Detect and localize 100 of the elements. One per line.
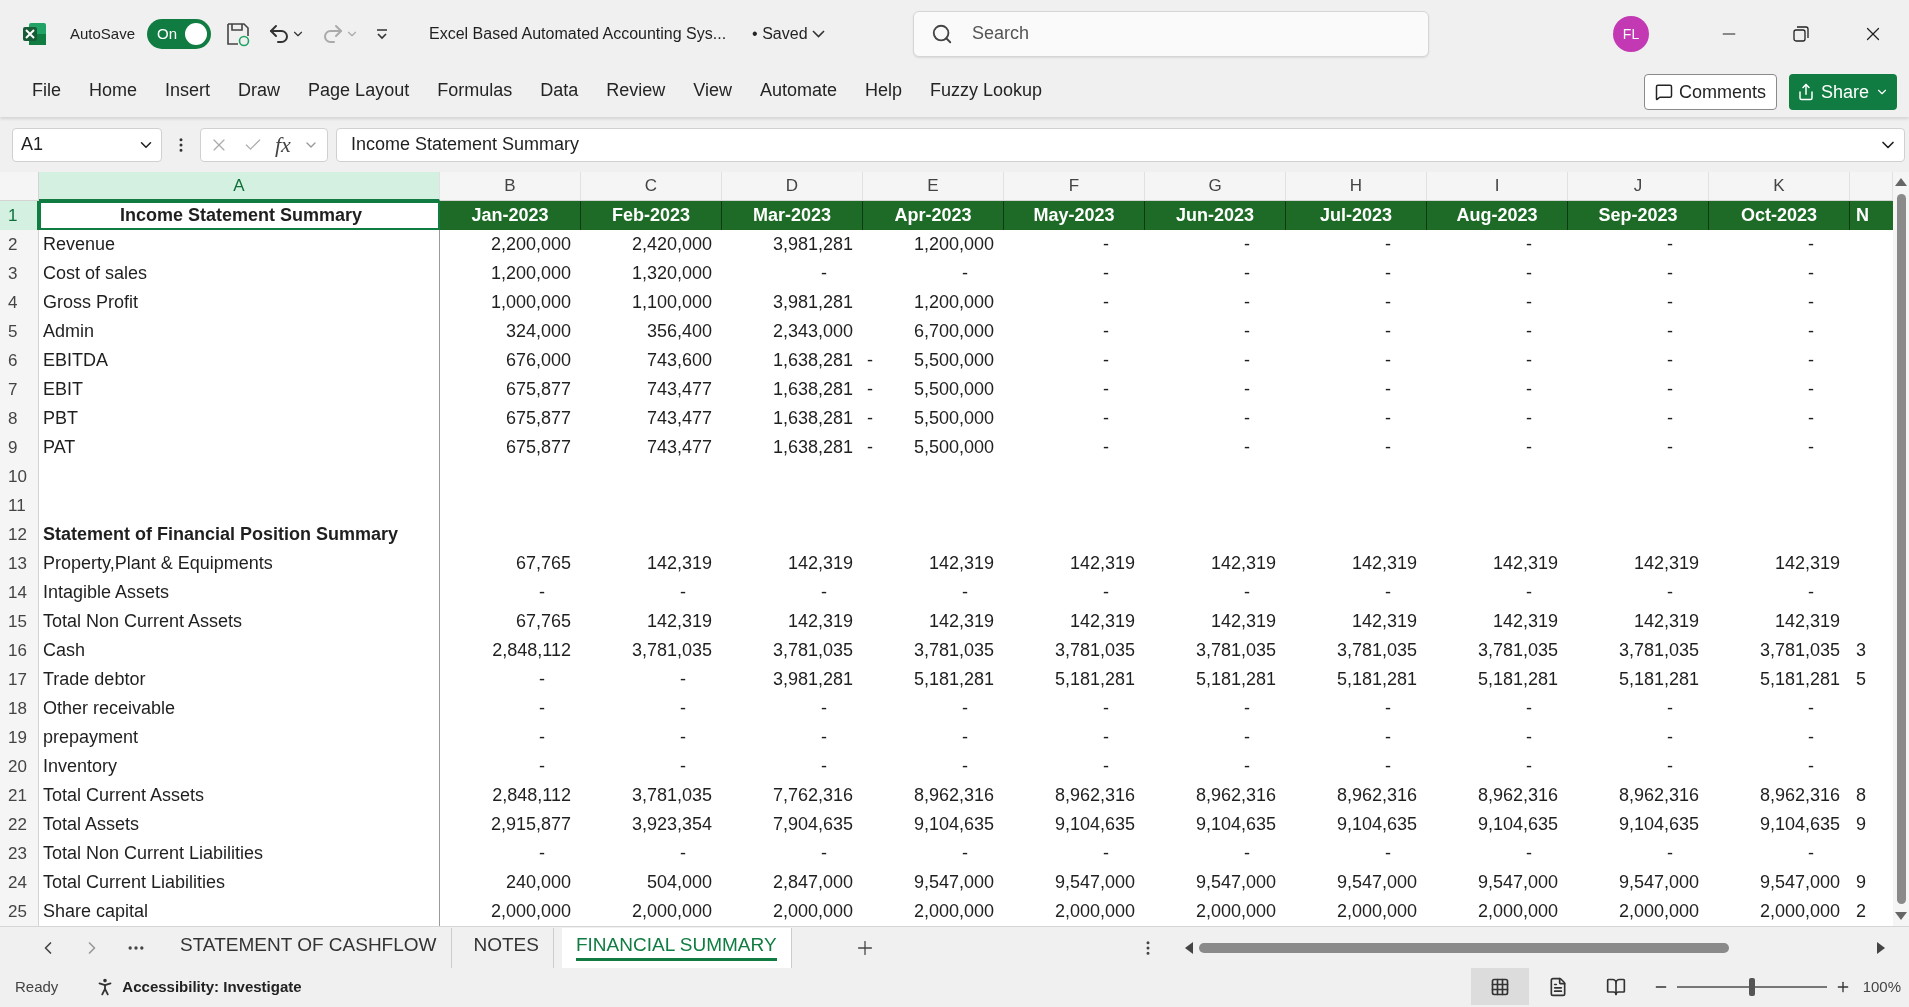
table-cell-text: 8,962,316 <box>1617 784 1700 807</box>
month-header: Apr-2023 <box>863 201 1004 230</box>
ribbon-tab[interactable]: Fuzzy Lookup <box>916 72 1057 112</box>
column-header[interactable]: H <box>1286 172 1427 201</box>
column-header[interactable]: I <box>1427 172 1568 201</box>
row-header[interactable]: 1 <box>0 201 39 230</box>
column-header[interactable]: A <box>39 172 440 201</box>
vertical-scrollbar[interactable] <box>1893 172 1909 926</box>
normal-view-icon[interactable] <box>1470 968 1529 1005</box>
row-header[interactable]: 18 <box>0 694 39 723</box>
table-cell-text: 142,319 <box>1773 610 1841 633</box>
ribbon-tab[interactable]: Automate <box>745 72 851 112</box>
ribbon-tab[interactable]: Data <box>526 72 593 112</box>
column-header[interactable]: E <box>863 172 1004 201</box>
accessibility-status[interactable]: Accessibility: Investigate <box>122 978 302 995</box>
ribbon-tab[interactable]: File <box>18 72 75 112</box>
table-cell-text: 6,700,000 <box>912 320 995 343</box>
table-cell-text: 1,200,000 <box>489 262 572 285</box>
row-header[interactable]: 8 <box>0 404 39 433</box>
column-header[interactable]: J <box>1568 172 1709 201</box>
search-field[interactable]: Search <box>913 10 1429 57</box>
table-cell-text: 2 <box>1855 900 1867 923</box>
table-cell-text: 142,319 <box>1068 610 1136 633</box>
table-cell: 5,500,000 <box>913 379 994 400</box>
ribbon-tab[interactable]: Page Layout <box>294 72 424 112</box>
row-header[interactable]: 19 <box>0 723 39 752</box>
row-label: Gross Profit <box>39 288 440 317</box>
column-header[interactable]: C <box>581 172 722 201</box>
insert-function-button[interactable]: fx <box>275 131 291 158</box>
row-header[interactable]: 20 <box>0 752 39 781</box>
ribbon-tab[interactable]: Draw <box>224 72 295 112</box>
row-label: Other receivable <box>39 694 440 723</box>
row-header[interactable]: 17 <box>0 665 39 694</box>
ribbon-tab[interactable]: Home <box>75 72 152 112</box>
ribbon-tab[interactable]: Review <box>592 72 680 112</box>
table-cell-text: - <box>679 842 687 865</box>
zoom-level[interactable]: 100% <box>1862 978 1901 995</box>
row-header[interactable]: 3 <box>0 259 39 288</box>
row-header[interactable]: 23 <box>0 839 39 868</box>
row-header[interactable]: 25 <box>0 897 39 926</box>
table-cell-text: - <box>1384 697 1392 720</box>
saved-status[interactable]: • Saved <box>746 23 831 44</box>
row-header[interactable]: 22 <box>0 810 39 839</box>
column-header[interactable]: D <box>722 172 863 201</box>
autosave-toggle[interactable]: On <box>147 18 212 49</box>
table-cell-text: 743,477 <box>645 407 713 430</box>
table-cell-text: 3,981,281 <box>771 233 854 256</box>
row-header[interactable]: 12 <box>0 520 39 549</box>
user-avatar[interactable]: FL <box>1613 15 1649 52</box>
table-cell-text: 2,343,000 <box>771 320 854 343</box>
name-box[interactable]: A1 <box>12 127 162 162</box>
table-cell-text: 1,638,281 <box>771 436 854 459</box>
sheet-tab[interactable]: STATEMENT OF CASHFLOW <box>166 927 452 968</box>
row-label: Trade debtor <box>39 665 440 694</box>
table-cell-text: 3,781,035 <box>630 639 713 662</box>
row-header[interactable]: 10 <box>0 462 39 491</box>
table-cell-text: 2,000,000 <box>1194 900 1277 923</box>
ribbon-tab[interactable]: Formulas <box>423 72 527 112</box>
table-cell-text: - <box>961 262 969 285</box>
month-header: Oct-2023 <box>1709 201 1850 230</box>
ribbon-tab[interactable]: Help <box>851 72 917 112</box>
speech-bubble-icon <box>1654 83 1673 101</box>
row-header[interactable]: 6 <box>0 346 39 375</box>
table-cell-text: - <box>1525 378 1533 401</box>
row-header[interactable]: 21 <box>0 781 39 810</box>
column-header[interactable]: G <box>1145 172 1286 201</box>
table-cell-text: 1,000,000 <box>489 291 572 314</box>
row-header[interactable]: 16 <box>0 636 39 665</box>
sheet-tab[interactable]: FINANCIAL SUMMARY <box>561 927 792 968</box>
row-header[interactable]: 11 <box>0 491 39 520</box>
sheet-tab[interactable]: NOTES <box>459 927 554 968</box>
comments-button[interactable]: Comments <box>1643 74 1777 110</box>
ribbon-tab[interactable]: View <box>679 72 746 112</box>
table-cell-text: - <box>1243 378 1251 401</box>
month-header: Sep-2023 <box>1568 201 1709 230</box>
column-header[interactable]: F <box>1004 172 1145 201</box>
row-header[interactable]: 15 <box>0 607 39 636</box>
zoom-slider-thumb[interactable] <box>1748 977 1755 996</box>
table-cell-text: 142,319 <box>1350 610 1418 633</box>
table-cell-text: 142,319 <box>1773 552 1841 575</box>
column-header[interactable]: B <box>440 172 581 201</box>
row-label: Total Non Current Liabilities <box>39 839 440 868</box>
row-header[interactable]: 4 <box>0 288 39 317</box>
table-cell-text: 2,848,112 <box>491 784 572 807</box>
row-header[interactable]: 24 <box>0 868 39 897</box>
ribbon-tab[interactable]: Insert <box>151 72 225 112</box>
table-cell-text: - <box>1807 291 1815 314</box>
row-header[interactable]: 7 <box>0 375 39 404</box>
row-header[interactable]: 2 <box>0 230 39 259</box>
formula-field[interactable]: Income Statement Summary <box>335 127 1905 162</box>
table-cell-text: - <box>961 842 969 865</box>
row-header[interactable]: 14 <box>0 578 39 607</box>
share-button[interactable]: Share <box>1788 74 1897 110</box>
row-label: Cash <box>39 636 440 665</box>
row-header[interactable]: 5 <box>0 317 39 346</box>
table-cell-text: - <box>1102 581 1110 604</box>
column-header[interactable]: K <box>1709 172 1850 201</box>
row-header[interactable]: 13 <box>0 549 39 578</box>
row-header[interactable]: 9 <box>0 433 39 462</box>
table-cell-text: - <box>1384 842 1392 865</box>
